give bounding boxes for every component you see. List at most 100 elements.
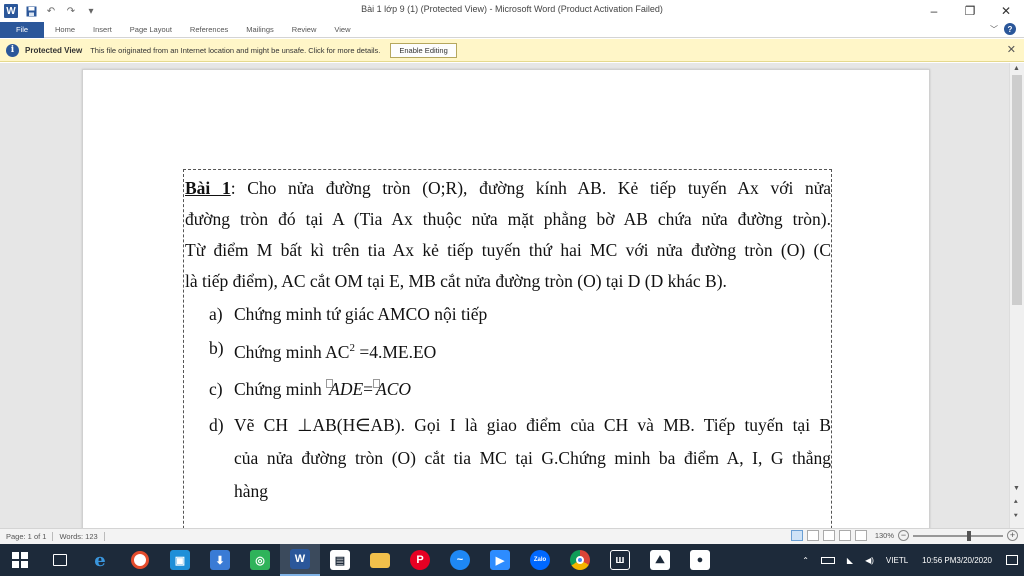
media-icon[interactable] bbox=[120, 544, 160, 576]
problem-title: Bài 1 bbox=[185, 178, 231, 198]
paragraph-line: đường tròn đó tại A (Tia Ax thuộc nửa mặ… bbox=[185, 209, 831, 229]
tab-mailings[interactable]: Mailings bbox=[237, 22, 283, 38]
chevron-down-icon[interactable]: ﹀ bbox=[990, 24, 998, 35]
list-text: Chứng minh tứ giác AMCO nội tiếp bbox=[234, 304, 488, 324]
undo-icon[interactable]: ↶ bbox=[44, 4, 58, 18]
photos-icon[interactable]: ⛰ bbox=[640, 544, 680, 576]
paragraph-line: Bài 1: Cho nửa đường tròn (O;R), đường k… bbox=[185, 173, 831, 204]
list-item-d: d) Vẽ CH ⊥AB(H∈AB). Gọi I là giao điểm c… bbox=[185, 409, 831, 508]
clock-time: 10:56 PM bbox=[922, 555, 957, 565]
paragraph-text: : Cho nửa đường tròn (O;R), đường kính A… bbox=[230, 178, 831, 198]
title-bar: W ↶ ↷ ▾ Bài 1 lớp 9 (1) (Protected View)… bbox=[0, 0, 1024, 22]
tab-file[interactable]: File bbox=[0, 21, 44, 38]
print-layout-button[interactable] bbox=[806, 530, 819, 541]
scrollbar-thumb[interactable] bbox=[1012, 75, 1022, 305]
zoom-slider-knob[interactable] bbox=[967, 530, 971, 541]
battery-icon[interactable] bbox=[815, 556, 841, 564]
tab-review[interactable]: Review bbox=[283, 22, 326, 38]
read-mode-button[interactable] bbox=[790, 530, 803, 541]
shopping-icon[interactable]: ▤ bbox=[320, 544, 360, 576]
input-mode: TL bbox=[898, 555, 909, 565]
zoom-out-icon[interactable]: − bbox=[898, 530, 909, 541]
list-marker: b) bbox=[209, 338, 224, 358]
enable-editing-button[interactable]: Enable Editing bbox=[390, 42, 457, 58]
paragraph-line: Từ điểm M bất kì trên tia Ax kẻ tiếp tuy… bbox=[185, 240, 831, 260]
document-body[interactable]: Bài 1: Cho nửa đường tròn (O;R), đường k… bbox=[185, 173, 831, 508]
status-bar: Page: 1 of 1 Words: 123 130% − + bbox=[0, 528, 1024, 544]
vertical-scrollbar[interactable]: ▲ ▼ ⯅ ⯆ bbox=[1009, 63, 1024, 528]
scroll-up-icon[interactable]: ▲ bbox=[1013, 65, 1020, 72]
item-d-line: của nửa đường tròn (O) cắt tia MC tại G.… bbox=[234, 447, 831, 468]
list-text: Chứng minh ADE= ACO bbox=[234, 369, 831, 409]
windows-start-icon[interactable] bbox=[0, 544, 40, 576]
list-marker: c) bbox=[209, 378, 223, 399]
tab-view[interactable]: View bbox=[325, 22, 359, 38]
camera-app-icon[interactable]: ◎ bbox=[240, 544, 280, 576]
taskbar: e ▣ ⬇ ◎ W ▤ P ~ ▶ Zalo ш ⛰ ● ⌃ ◣ ◀) VIE T… bbox=[0, 544, 1024, 576]
protected-view-message[interactable]: This file originated from an Internet lo… bbox=[90, 46, 380, 55]
angle-aco: ACO bbox=[376, 378, 412, 399]
item-d-line: Vẽ CH ⊥AB(H∈AB). Gọi I là giao điểm của … bbox=[234, 414, 831, 435]
outline-button[interactable] bbox=[838, 530, 851, 541]
close-button[interactable]: ✕ bbox=[988, 0, 1024, 22]
close-protected-bar-icon[interactable]: ✕ bbox=[1007, 43, 1016, 56]
previous-page-icon[interactable]: ⯅ bbox=[1013, 499, 1019, 507]
window-controls: – ❐ ✕ bbox=[916, 0, 1024, 22]
document-title: Bài 1 lớp 9 (1) (Protected View) - Micro… bbox=[361, 4, 663, 14]
next-page-icon[interactable]: ⯆ bbox=[1013, 513, 1019, 521]
protected-view-bar: i Protected View This file originated fr… bbox=[0, 39, 1024, 62]
video-icon[interactable]: ▶ bbox=[480, 544, 520, 576]
app-icon[interactable]: ⬇ bbox=[200, 544, 240, 576]
zoom-level[interactable]: 130% bbox=[875, 531, 894, 540]
minimize-button[interactable]: – bbox=[916, 0, 952, 22]
word-icon[interactable]: W bbox=[280, 544, 320, 576]
problem-paragraph: Bài 1: Cho nửa đường tròn (O;R), đường k… bbox=[185, 173, 831, 297]
ribbon-tabs: File Home Insert Page Layout References … bbox=[0, 21, 1024, 38]
item-d-line: hàng bbox=[234, 480, 269, 501]
info-icon: i bbox=[6, 43, 19, 57]
page-count[interactable]: Page: 1 of 1 bbox=[0, 532, 54, 541]
app-w-icon[interactable]: ш bbox=[600, 544, 640, 576]
tray-chevron-icon[interactable]: ⌃ bbox=[796, 556, 815, 565]
tab-references[interactable]: References bbox=[181, 22, 237, 38]
word-count[interactable]: Words: 123 bbox=[53, 532, 105, 541]
equals-sign: = bbox=[363, 378, 374, 399]
save-icon[interactable] bbox=[24, 4, 38, 18]
tab-home[interactable]: Home bbox=[46, 22, 84, 38]
zalo-label: Zalo bbox=[530, 550, 550, 570]
document-page: Bài 1: Cho nửa đường tròn (O;R), đường k… bbox=[82, 69, 930, 528]
edge-icon[interactable]: e bbox=[80, 544, 120, 576]
zalo-icon[interactable]: Zalo bbox=[520, 544, 560, 576]
messenger-icon[interactable]: ~ bbox=[440, 544, 480, 576]
zoom-slider[interactable] bbox=[913, 530, 1003, 541]
redo-icon[interactable]: ↷ bbox=[64, 4, 78, 18]
web-layout-button[interactable] bbox=[822, 530, 835, 541]
tab-insert[interactable]: Insert bbox=[84, 22, 121, 38]
restore-button[interactable]: ❐ bbox=[952, 0, 988, 22]
clock[interactable]: 10:56 PM 3/20/2020 bbox=[914, 554, 1000, 567]
help-icon[interactable]: ? bbox=[1004, 23, 1016, 35]
quick-access-toolbar: W ↶ ↷ ▾ bbox=[0, 0, 98, 22]
pinterest-icon[interactable]: P bbox=[400, 544, 440, 576]
folder-icon[interactable] bbox=[360, 544, 400, 576]
draft-button[interactable] bbox=[854, 530, 867, 541]
scroll-down-icon[interactable]: ▼ bbox=[1013, 485, 1020, 492]
list-text: Vẽ CH ⊥AB(H∈AB). Gọi I là giao điểm của … bbox=[234, 409, 831, 508]
camera-icon[interactable]: ● bbox=[680, 544, 720, 576]
list-marker: a) bbox=[209, 304, 223, 324]
list-item-a: a) Chứng minh tứ giác AMCO nội tiếp bbox=[185, 297, 831, 331]
volume-icon[interactable]: ◀) bbox=[859, 556, 880, 565]
chrome-icon[interactable] bbox=[560, 544, 600, 576]
network-icon[interactable]: ◣ bbox=[841, 556, 859, 565]
list-item-c: c) Chứng minh ADE= ACO bbox=[185, 369, 831, 409]
list-marker: d) bbox=[209, 414, 224, 435]
zoom-in-icon[interactable]: + bbox=[1007, 530, 1018, 541]
task-view-icon[interactable] bbox=[40, 544, 80, 576]
notification-icon[interactable] bbox=[1000, 555, 1024, 565]
list-text: Chứng minh AC2 =4.ME.EO bbox=[234, 331, 831, 369]
language-indicator[interactable]: VIE TL bbox=[880, 554, 914, 567]
tab-page-layout[interactable]: Page Layout bbox=[121, 22, 181, 38]
store-icon[interactable]: ▣ bbox=[160, 544, 200, 576]
customize-qat-icon[interactable]: ▾ bbox=[84, 4, 98, 18]
clock-date: 3/20/2020 bbox=[956, 555, 992, 565]
